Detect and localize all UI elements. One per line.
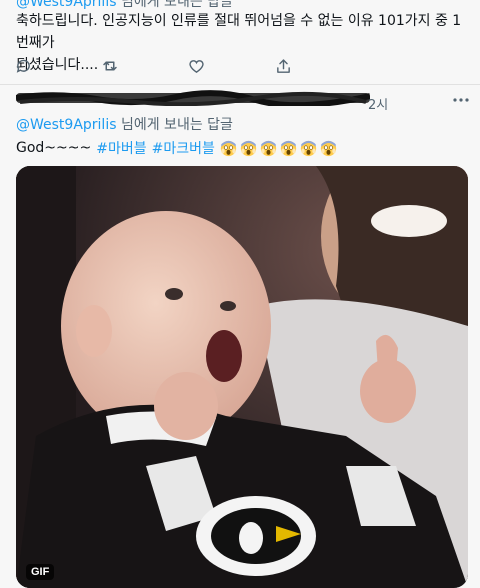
emoji-row	[220, 140, 337, 157]
previous-tweet[interactable]: @West9Aprilis 님에게 보내는 답글 축하드립니다. 인공지능이 인…	[0, 0, 480, 90]
screaming-face-emoji	[220, 140, 237, 156]
previous-tweet-line-1: 축하드립니다. 인공지능이 인류를 절대 뛰어넘을 수 없는 이유 101가지 …	[16, 13, 462, 51]
screaming-face-emoji	[240, 140, 257, 156]
gif-frame	[16, 166, 468, 588]
more-options-icon[interactable]	[452, 96, 470, 104]
reply-tweet[interactable]: 2시 @West9Aprilis 님에게 보내는 답글 God~~~~ #마버블…	[0, 86, 480, 588]
redacted-author-scribble	[16, 90, 370, 106]
screaming-face-emoji	[260, 140, 277, 156]
tweet-divider	[0, 84, 480, 85]
reply-handle[interactable]: @West9Aprilis	[16, 117, 117, 133]
comment-icon[interactable]	[11, 54, 35, 78]
gif-media[interactable]: GIF	[16, 166, 468, 588]
heart-icon[interactable]	[184, 54, 208, 78]
reply-suffix: 님에게 보내는 답글	[120, 117, 233, 133]
tweet-text-main: God~~~~	[16, 140, 92, 156]
screaming-face-emoji	[300, 140, 317, 156]
screaming-face-emoji	[280, 140, 297, 156]
reply-tweet-text: God~~~~ #마버블 #마크버블	[16, 138, 337, 158]
tweet-action-bar	[0, 54, 480, 78]
retweet-icon[interactable]	[98, 54, 122, 78]
hashtag-2[interactable]: #마크버블	[152, 138, 215, 158]
previous-reply-suffix: 님에게 보내는 답글	[120, 0, 233, 10]
hashtag-1[interactable]: #마버블	[96, 138, 146, 158]
reply-context: @West9Aprilis 님에게 보내는 답글	[16, 114, 233, 134]
previous-reply-handle[interactable]: @West9Aprilis	[16, 0, 117, 10]
gif-badge: GIF	[26, 564, 55, 580]
share-icon[interactable]	[271, 54, 295, 78]
tweet-timestamp[interactable]: 2시	[368, 94, 388, 113]
screaming-face-emoji	[320, 140, 337, 156]
